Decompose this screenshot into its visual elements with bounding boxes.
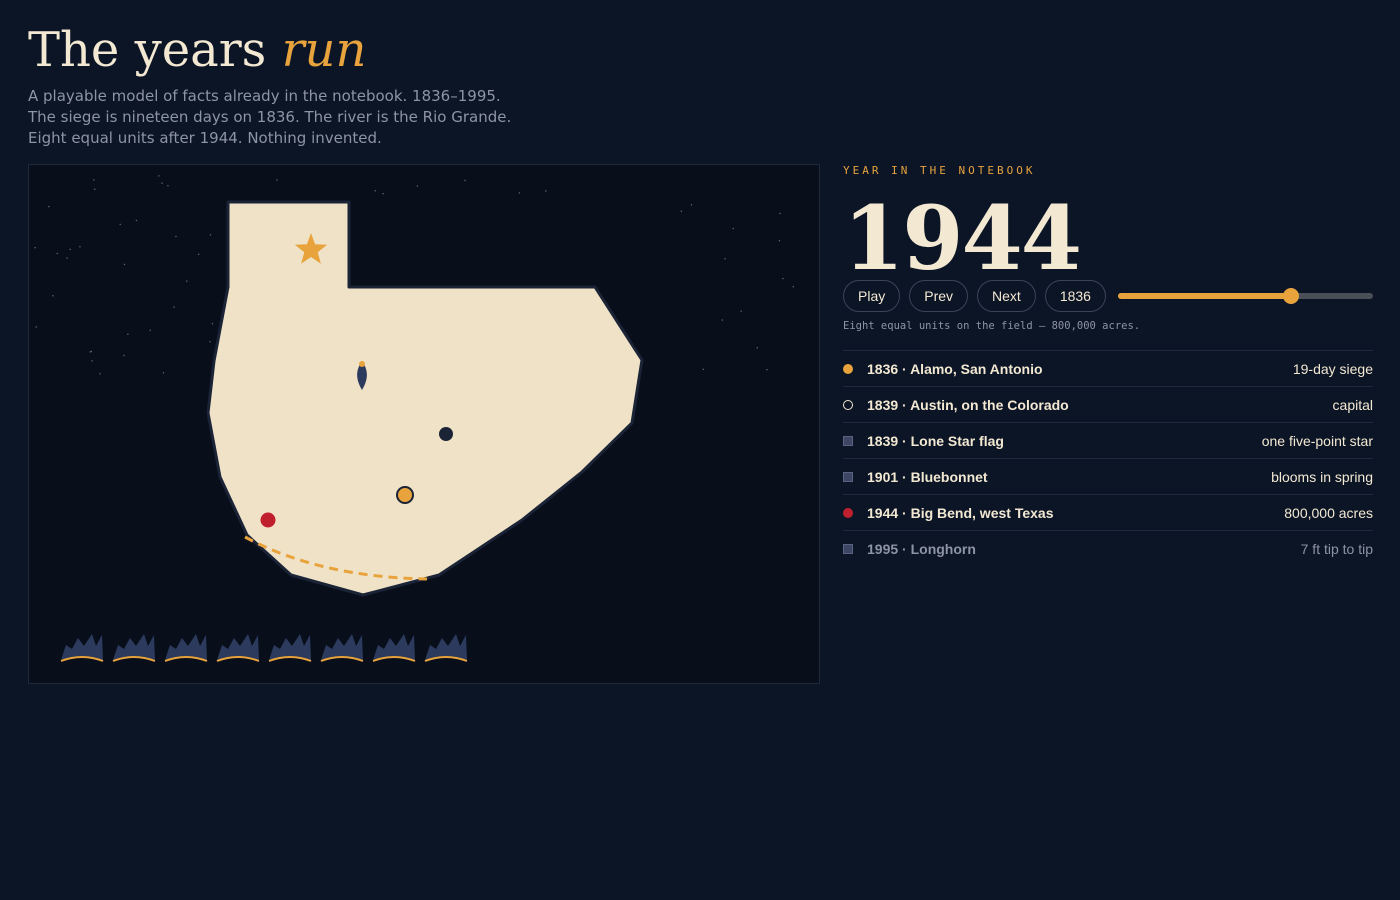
fact-row[interactable]: 1836 · Alamo, San Antonio 19-day siege [843, 351, 1373, 387]
fact-marker [843, 507, 853, 518]
play-button[interactable]: Play [843, 280, 901, 312]
fact-marker [843, 435, 853, 446]
year-panel: YEAR IN THE NOTEBOOK 1944 Play Prev Next… [843, 164, 1373, 557]
reset-year-button[interactable]: 1836 [1044, 280, 1106, 312]
slider-fill [1117, 293, 1292, 299]
texas-shape [206, 200, 644, 597]
fact-value: blooms in spring [1271, 468, 1373, 485]
intro-line: A playable model of facts already in the… [28, 87, 501, 105]
fact-label: 1995 · Longhorn [867, 540, 976, 557]
fact-list: 1836 · Alamo, San Antonio 19-day siege 18… [843, 350, 1373, 566]
park-units [60, 634, 468, 662]
map-panel [28, 164, 820, 684]
flame-tip [359, 361, 365, 367]
intro-line: The siege is nineteen days on 1836. The … [28, 108, 512, 126]
park-unit-icon [268, 634, 312, 662]
fact-value: capital [1332, 396, 1373, 413]
fact-row[interactable]: 1839 · Austin, on the Colorado capital [843, 387, 1373, 423]
fact-row[interactable]: 1995 · Longhorn 7 ft tip to tip [843, 531, 1373, 566]
texas-map [34, 175, 794, 662]
fact-value: one five-point star [1261, 432, 1373, 449]
year-eyebrow: YEAR IN THE NOTEBOOK [843, 164, 1036, 177]
park-unit-icon [112, 634, 156, 662]
fact-label: 1901 · Bluebonnet [867, 468, 988, 485]
intro: A playable model of facts already in the… [28, 86, 548, 149]
park-unit-icon [372, 634, 416, 662]
fact-value: 19-day siege [1292, 360, 1373, 377]
fact-value: 7 ft tip to tip [1300, 540, 1373, 557]
fact-marker [843, 363, 853, 374]
fact-label: 1836 · Alamo, San Antonio [867, 360, 1043, 377]
alamo-dot[interactable] [396, 486, 414, 504]
year-display: 1944 [843, 186, 1082, 290]
capital-dot[interactable] [439, 427, 453, 441]
next-button[interactable]: Next [977, 280, 1036, 312]
fact-marker [843, 399, 853, 410]
fact-label: 1839 · Lone Star flag [867, 432, 1004, 449]
fact-label: 1944 · Big Bend, west Texas [867, 504, 1054, 521]
title-emphasis: run [281, 22, 367, 78]
fact-row[interactable]: 1839 · Lone Star flag one five-point star [843, 423, 1373, 459]
fact-value: 800,000 acres [1284, 504, 1373, 521]
park-unit-icon [216, 634, 260, 662]
fact-row[interactable]: 1901 · Bluebonnet blooms in spring [843, 459, 1373, 495]
park-unit-icon [320, 634, 364, 662]
page-title: The years run [28, 20, 366, 80]
playback-controls: Play Prev Next 1836 [843, 279, 1373, 313]
fact-marker [843, 543, 853, 554]
fact-marker [843, 471, 853, 482]
intro-line: Eight equal units after 1944. Nothing in… [28, 129, 382, 147]
slider-thumb[interactable] [1283, 288, 1300, 304]
park-unit-icon [164, 634, 208, 662]
park-unit-icon [60, 634, 104, 662]
year-note: Eight equal units on the field — 800,000… [843, 320, 1141, 332]
fact-label: 1839 · Austin, on the Colorado [867, 396, 1069, 413]
big-bend-dot[interactable] [260, 512, 276, 528]
year-slider[interactable] [1117, 288, 1373, 304]
fact-row[interactable]: 1944 · Big Bend, west Texas 800,000 acres [843, 495, 1373, 531]
title-main: The years [28, 22, 267, 78]
park-unit-icon [424, 634, 468, 662]
prev-button[interactable]: Prev [909, 280, 969, 312]
